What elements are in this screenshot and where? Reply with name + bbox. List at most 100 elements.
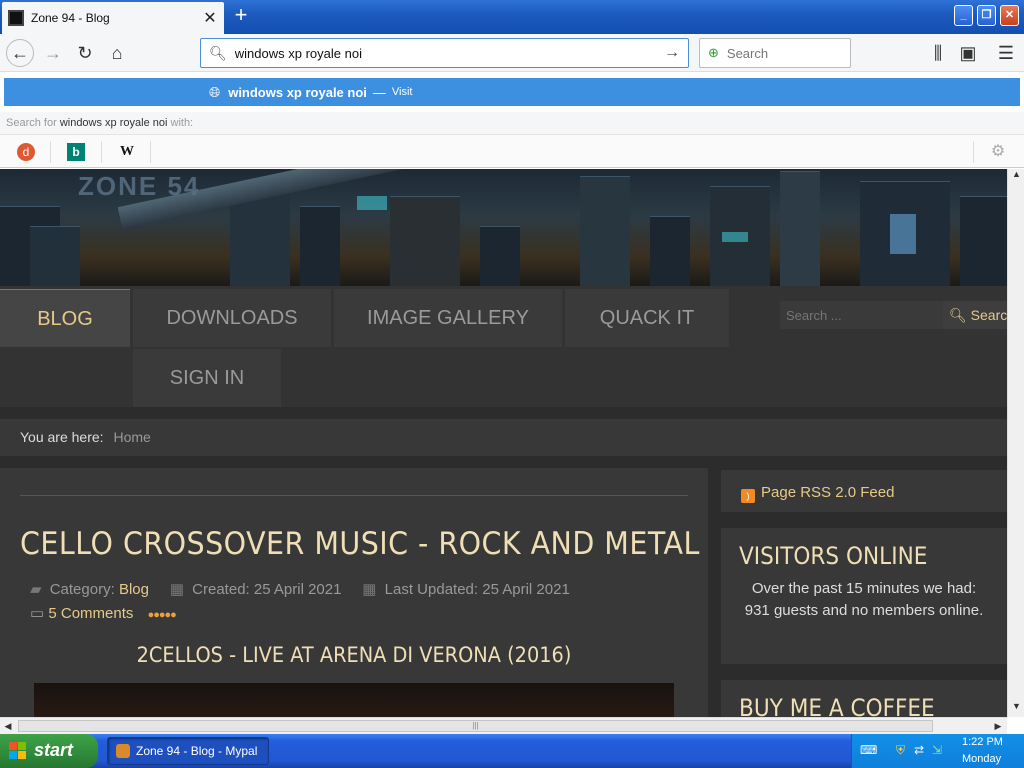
buy-me-a-coffee-module: BUY ME A COFFEE [721, 680, 1007, 717]
visitors-text: Over the past 15 minutes we had: 931 gue… [744, 580, 984, 619]
breadcrumb-label: You are here: [20, 429, 104, 445]
clock-day: Monday [962, 753, 1002, 765]
site-search-input[interactable] [780, 301, 943, 329]
scroll-up-arrow-icon[interactable]: ▲ [1010, 169, 1023, 183]
article-comments-row: ▭ 5 Comments ●●●●● [30, 604, 177, 622]
network-icon[interactable]: ⇄ [914, 743, 924, 757]
visitors-online-module: VISITORS ONLINE Over the past 15 minutes… [721, 528, 1007, 664]
comments-link[interactable]: 5 Comments [48, 605, 133, 622]
nav-image-gallery[interactable]: IMAGE GALLERY [334, 289, 562, 347]
safely-remove-icon[interactable]: ⇲ [932, 743, 942, 757]
navigation-toolbar: ← → ↻ ⌂ 🔍︎ → ⊕ ⫼ ▣ ☰ [0, 34, 1024, 72]
site-search-button-label: Search [970, 307, 1007, 323]
tab-title: Zone 94 - Blog [31, 11, 110, 25]
scroll-right-arrow-icon[interactable]: ▶ [991, 719, 1005, 733]
visitors-title: VISITORS ONLINE [739, 542, 928, 570]
url-suggestion-row[interactable]: 🌐︎ windows xp royale noi — Visit [4, 78, 1020, 106]
article-title[interactable]: CELLO CROSSOVER MUSIC - ROCK AND METAL [20, 526, 700, 562]
article-meta: ▰ Category: Blog ▦ Created: 25 April 202… [30, 580, 570, 598]
breadcrumb-home[interactable]: Home [113, 429, 150, 445]
menu-button[interactable]: ☰ [993, 40, 1019, 66]
nav-sign-in[interactable]: SIGN IN [133, 349, 281, 407]
url-input[interactable] [234, 45, 664, 61]
updated-date: Last Updated: 25 April 2021 [384, 581, 570, 598]
address-bar[interactable]: 🔍︎ → [200, 38, 689, 68]
windows-logo-icon [9, 742, 27, 760]
site-main-menu: BLOG DOWNLOADS IMAGE GALLERY QUACK IT SI… [0, 286, 1007, 407]
reload-button[interactable]: ↻ [72, 40, 98, 66]
video-embed[interactable] [34, 683, 674, 717]
calendar-icon: ▦ [362, 581, 377, 598]
search-for-prefix: Search for [6, 117, 57, 129]
nav-quack-it[interactable]: QUACK IT [565, 289, 729, 347]
keyboard-icon[interactable]: ⌨ [860, 743, 877, 757]
category-link[interactable]: Blog [119, 581, 149, 598]
suggestion-action: Visit [391, 86, 413, 98]
duckduckgo-icon[interactable]: d [17, 143, 35, 161]
minimize-window-button[interactable]: _ [954, 5, 973, 26]
sidebar-button[interactable]: ▣ [955, 40, 981, 66]
comment-icon: ▭ [30, 605, 45, 622]
site-logo[interactable]: ZONE 54 [78, 171, 200, 202]
created-date: Created: 25 April 2021 [192, 581, 342, 598]
divider [973, 141, 974, 163]
rss-feed-link[interactable]: ) Page RSS 2.0 Feed [721, 470, 1007, 512]
nav-downloads[interactable]: DOWNLOADS [133, 289, 331, 347]
coffee-title: BUY ME A COFFEE [739, 694, 935, 717]
browser-titlebar: Zone 94 - Blog ✕ + _ ❐ ✕ [0, 0, 1024, 34]
search-bar[interactable]: ⊕ [699, 38, 903, 68]
close-tab-icon[interactable]: ✕ [202, 8, 218, 28]
suggestion-text: windows xp royale noi [228, 84, 367, 100]
start-label: start [34, 740, 74, 760]
close-window-button[interactable]: ✕ [1000, 5, 1019, 26]
divider [101, 141, 102, 163]
active-tab[interactable]: Zone 94 - Blog ✕ [2, 2, 224, 34]
divider [20, 495, 688, 496]
horizontal-scroll-thumb[interactable]: ||| [18, 720, 933, 732]
scroll-left-arrow-icon[interactable]: ◀ [1, 719, 15, 733]
site-banner-image: ZONE 54 [0, 169, 1007, 286]
search-icon: 🔍︎ [209, 44, 227, 61]
search-for-row: Search for windows xp royale noi with: [0, 112, 1024, 134]
home-button[interactable]: ⌂ [104, 40, 130, 66]
suggestion-separator: — [372, 84, 386, 100]
start-button[interactable]: start [0, 734, 98, 768]
horizontal-scrollbar[interactable]: ◀ ||| ▶ [0, 717, 1007, 734]
article: CELLO CROSSOVER MUSIC - ROCK AND METAL ▰… [0, 468, 708, 717]
search-icon: 🔍︎ [949, 307, 967, 323]
web-page-content: ZONE 54 BLOG DOWNLOADS IMAGE GALLERY QUA… [0, 169, 1007, 717]
library-button[interactable]: ⫼ [925, 40, 951, 66]
clock-time[interactable]: 1:22 PM [962, 736, 1003, 748]
windows-taskbar: start Zone 94 - Blog - Mypal ⌨ ⛨ ⇄ ⇲ 1:2… [0, 734, 1024, 768]
vertical-scrollbar[interactable]: ▲ ▼ [1007, 169, 1024, 717]
rss-label: Page RSS 2.0 Feed [761, 484, 895, 501]
breadcrumb: You are here: Home [0, 419, 1007, 456]
forward-button[interactable]: → [40, 40, 66, 66]
wikipedia-icon[interactable]: W [118, 143, 136, 161]
new-tab-button[interactable]: + [229, 4, 253, 28]
bing-icon[interactable]: b [67, 143, 85, 161]
search-for-suffix: with: [170, 117, 194, 129]
divider [150, 141, 151, 163]
folder-icon: ▰ [30, 581, 42, 598]
taskbar-window-item[interactable]: Zone 94 - Blog - Mypal [107, 737, 269, 765]
site-favicon-icon [8, 10, 24, 26]
mypal-browser-icon [116, 744, 130, 758]
back-button[interactable]: ← [6, 39, 34, 67]
nav-blog[interactable]: BLOG [0, 289, 130, 347]
rss-icon: ) [741, 489, 755, 503]
restore-window-button[interactable]: ❐ [977, 5, 996, 26]
search-for-query: windows xp royale noi [59, 117, 168, 129]
gear-icon[interactable]: ⚙ [989, 143, 1007, 161]
globe-icon: 🌐︎ [209, 83, 221, 100]
calendar-icon: ▦ [169, 581, 184, 598]
search-engine-row: d b W ⚙ [0, 134, 1024, 168]
go-arrow-icon[interactable]: → [664, 44, 680, 62]
scroll-down-arrow-icon[interactable]: ▼ [1010, 701, 1023, 715]
security-shield-icon[interactable]: ⛨ [896, 743, 905, 758]
rating-stars: ●●●●● [147, 609, 177, 621]
search-input[interactable] [726, 45, 903, 61]
site-search-button[interactable]: 🔍︎ Search [943, 301, 1007, 329]
category-label: Category: [49, 581, 115, 598]
taskbar-window-label: Zone 94 - Blog - Mypal [136, 744, 258, 758]
